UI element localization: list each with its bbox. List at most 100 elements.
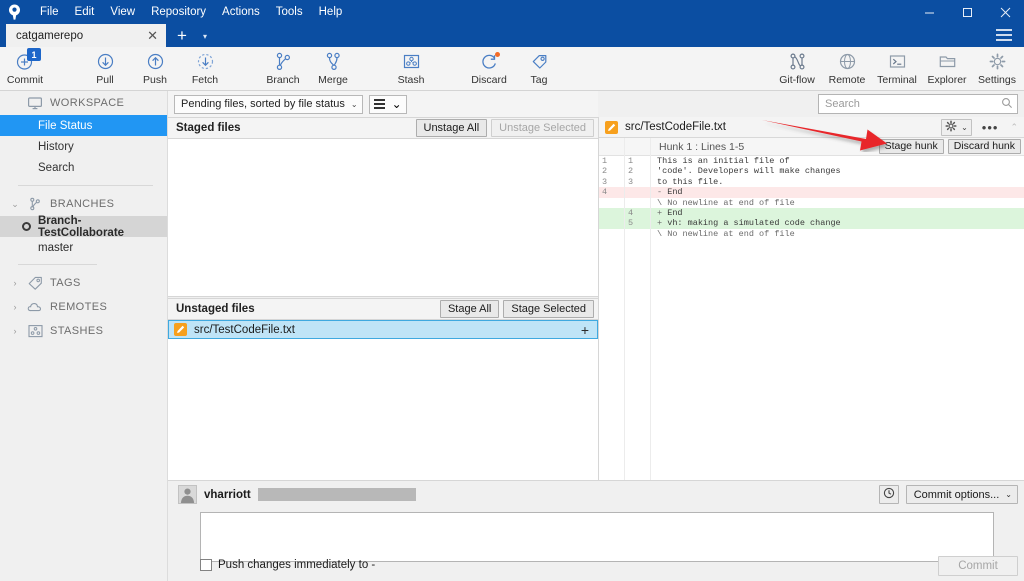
commit-count-badge: 1 xyxy=(27,48,41,61)
sidebar-section-branches[interactable]: ⌄ BRANCHES xyxy=(0,192,167,216)
tab-catgamerepo[interactable]: catgamerepo ✕ xyxy=(6,24,166,47)
stash-button[interactable]: Stash xyxy=(386,47,436,91)
sidebar-branch-test-collaborate[interactable]: Branch-TestCollaborate xyxy=(0,214,167,239)
sidebar-branch-master[interactable]: master xyxy=(0,237,167,258)
filter-bar: Pending files, sorted by file status ⌄ ⌄ xyxy=(168,91,598,117)
menu-tools[interactable]: Tools xyxy=(268,0,311,24)
sidebar-section-remotes[interactable]: › REMOTES xyxy=(0,295,167,319)
monitor-icon xyxy=(26,96,44,110)
push-immediately-row[interactable]: Push changes immediately to - xyxy=(200,559,375,571)
diff-collapse-icon[interactable]: ⌃ xyxy=(1008,122,1018,133)
settings-button[interactable]: Settings xyxy=(972,47,1022,91)
branch-label: Branch-TestCollaborate xyxy=(37,214,125,239)
stage-selected-button[interactable]: Stage Selected xyxy=(503,300,594,318)
diff-line-text: to this file. xyxy=(657,176,724,187)
diff-line-meta: \ No newline at end of file xyxy=(599,229,1024,239)
diff-line: 1 1 This is an initial file of xyxy=(599,156,1024,166)
settings-button-label: Settings xyxy=(978,74,1016,86)
stage-all-button[interactable]: Stage All xyxy=(439,300,500,318)
sidebar-item-history[interactable]: History xyxy=(0,136,167,157)
chevron-right-icon[interactable]: › xyxy=(10,302,20,312)
folder-icon xyxy=(937,50,958,73)
branch-button[interactable]: Branch xyxy=(258,47,308,91)
tag-icon xyxy=(26,276,44,290)
sidebar-item-search[interactable]: Search xyxy=(0,157,167,178)
menu-repository[interactable]: Repository xyxy=(143,0,214,24)
discard-hunk-button[interactable]: Discard hunk xyxy=(947,139,1021,154)
old-line-number: 3 xyxy=(602,176,608,187)
diff-panel: src/TestCodeFile.txt ⌄ ••• ⌃ Hunk 1: Li… xyxy=(598,117,1024,480)
sidebar-section-label-branches: BRANCHES xyxy=(50,198,115,210)
fetch-button[interactable]: Fetch xyxy=(180,47,230,91)
diff-more-options-button[interactable]: ••• xyxy=(979,121,1002,134)
diff-line-text: 'code'. Developers will make changes xyxy=(657,166,846,177)
diff-line-added: 4 + End xyxy=(599,207,1024,219)
discard-button[interactable]: Discard xyxy=(464,47,514,91)
search-input[interactable] xyxy=(825,98,1001,110)
push-immediately-checkbox[interactable] xyxy=(200,559,212,571)
unstaged-files-list[interactable]: src/TestCodeFile.txt + xyxy=(168,320,598,480)
sidebar-section-workspace[interactable]: WORKSPACE xyxy=(0,91,167,115)
new-tab-dropdown-icon[interactable]: ▾ xyxy=(196,26,214,46)
sidebar-item-label: History xyxy=(38,140,74,153)
commit-options-button[interactable]: Commit options... ⌄ xyxy=(905,485,1018,504)
new-line-number: 1 xyxy=(628,156,634,166)
diff-line-meta: \ No newline at end of file xyxy=(599,198,1024,208)
menu-actions[interactable]: Actions xyxy=(214,0,268,24)
sidebar-section-stashes[interactable]: › STASHES xyxy=(0,319,167,343)
gitflow-button-label: Git-flow xyxy=(779,74,815,86)
app-menu-hamburger-icon[interactable] xyxy=(996,26,1016,44)
stage-hunk-button[interactable]: Stage hunk xyxy=(878,139,944,154)
minimize-button[interactable] xyxy=(910,0,948,24)
new-line-number: 3 xyxy=(628,176,634,187)
commit-history-button[interactable] xyxy=(878,485,899,504)
maximize-button[interactable] xyxy=(948,0,986,24)
menu-file[interactable]: File xyxy=(32,0,67,24)
list-view-icon xyxy=(373,99,385,109)
unstaged-files-header: Unstaged files Stage All Stage Selected xyxy=(168,298,598,320)
old-line-number: 4 xyxy=(602,187,608,198)
diff-line-removed: 4 - End xyxy=(599,187,1024,198)
tag-button[interactable]: Tag xyxy=(514,47,564,91)
unstage-all-button[interactable]: Unstage All xyxy=(415,119,488,137)
merge-button[interactable]: Merge xyxy=(308,47,358,91)
new-tab-button[interactable]: + xyxy=(172,26,192,46)
unstaged-file-path: src/TestCodeFile.txt xyxy=(194,323,295,336)
chevron-right-icon[interactable]: › xyxy=(10,326,20,336)
search-box[interactable] xyxy=(818,94,1018,114)
gear-icon xyxy=(945,119,957,135)
menu-help[interactable]: Help xyxy=(311,0,351,24)
hunk-gutter-new xyxy=(625,138,651,155)
stage-file-button[interactable]: + xyxy=(581,323,591,337)
explorer-button[interactable]: Explorer xyxy=(922,47,972,91)
pending-files-sort-dropdown[interactable]: Pending files, sorted by file status ⌄ xyxy=(174,94,363,114)
chevron-down-icon[interactable]: ⌄ xyxy=(10,199,20,210)
unstaged-file-row[interactable]: src/TestCodeFile.txt + xyxy=(168,320,598,339)
sort-dropdown-value: Pending files, sorted by file status xyxy=(181,98,345,110)
remote-button[interactable]: Remote xyxy=(822,47,872,91)
merge-button-label: Merge xyxy=(318,74,348,86)
gitflow-button[interactable]: Git-flow xyxy=(772,47,822,91)
sidebar-section-tags[interactable]: › TAGS xyxy=(0,271,167,295)
push-up-arrow-icon xyxy=(145,50,166,73)
close-button[interactable] xyxy=(986,0,1024,24)
menu-edit[interactable]: Edit xyxy=(67,0,103,24)
diff-settings-button[interactable]: ⌄ xyxy=(941,118,972,136)
commit-options-label: Commit options... xyxy=(913,488,1000,501)
terminal-button[interactable]: Terminal xyxy=(872,47,922,91)
chevron-down-icon: ⌄ xyxy=(391,97,402,111)
view-mode-dropdown[interactable]: ⌄ xyxy=(368,94,407,114)
menu-view[interactable]: View xyxy=(102,0,143,24)
tab-close-icon[interactable]: ✕ xyxy=(145,29,160,42)
commit-message-input[interactable] xyxy=(201,513,993,561)
commit-message-box[interactable] xyxy=(200,512,994,562)
sidebar-section-label-tags: TAGS xyxy=(50,277,81,289)
pull-button[interactable]: Pull xyxy=(80,47,130,91)
staged-files-list[interactable] xyxy=(168,139,598,297)
sidebar-divider xyxy=(18,264,97,265)
sidebar-item-file-status[interactable]: File Status xyxy=(0,115,167,136)
chevron-right-icon[interactable]: › xyxy=(10,278,20,288)
commit-button[interactable]: 1 Commit xyxy=(0,47,50,91)
push-button[interactable]: Push xyxy=(130,47,180,91)
diff-sign: + xyxy=(657,207,663,218)
